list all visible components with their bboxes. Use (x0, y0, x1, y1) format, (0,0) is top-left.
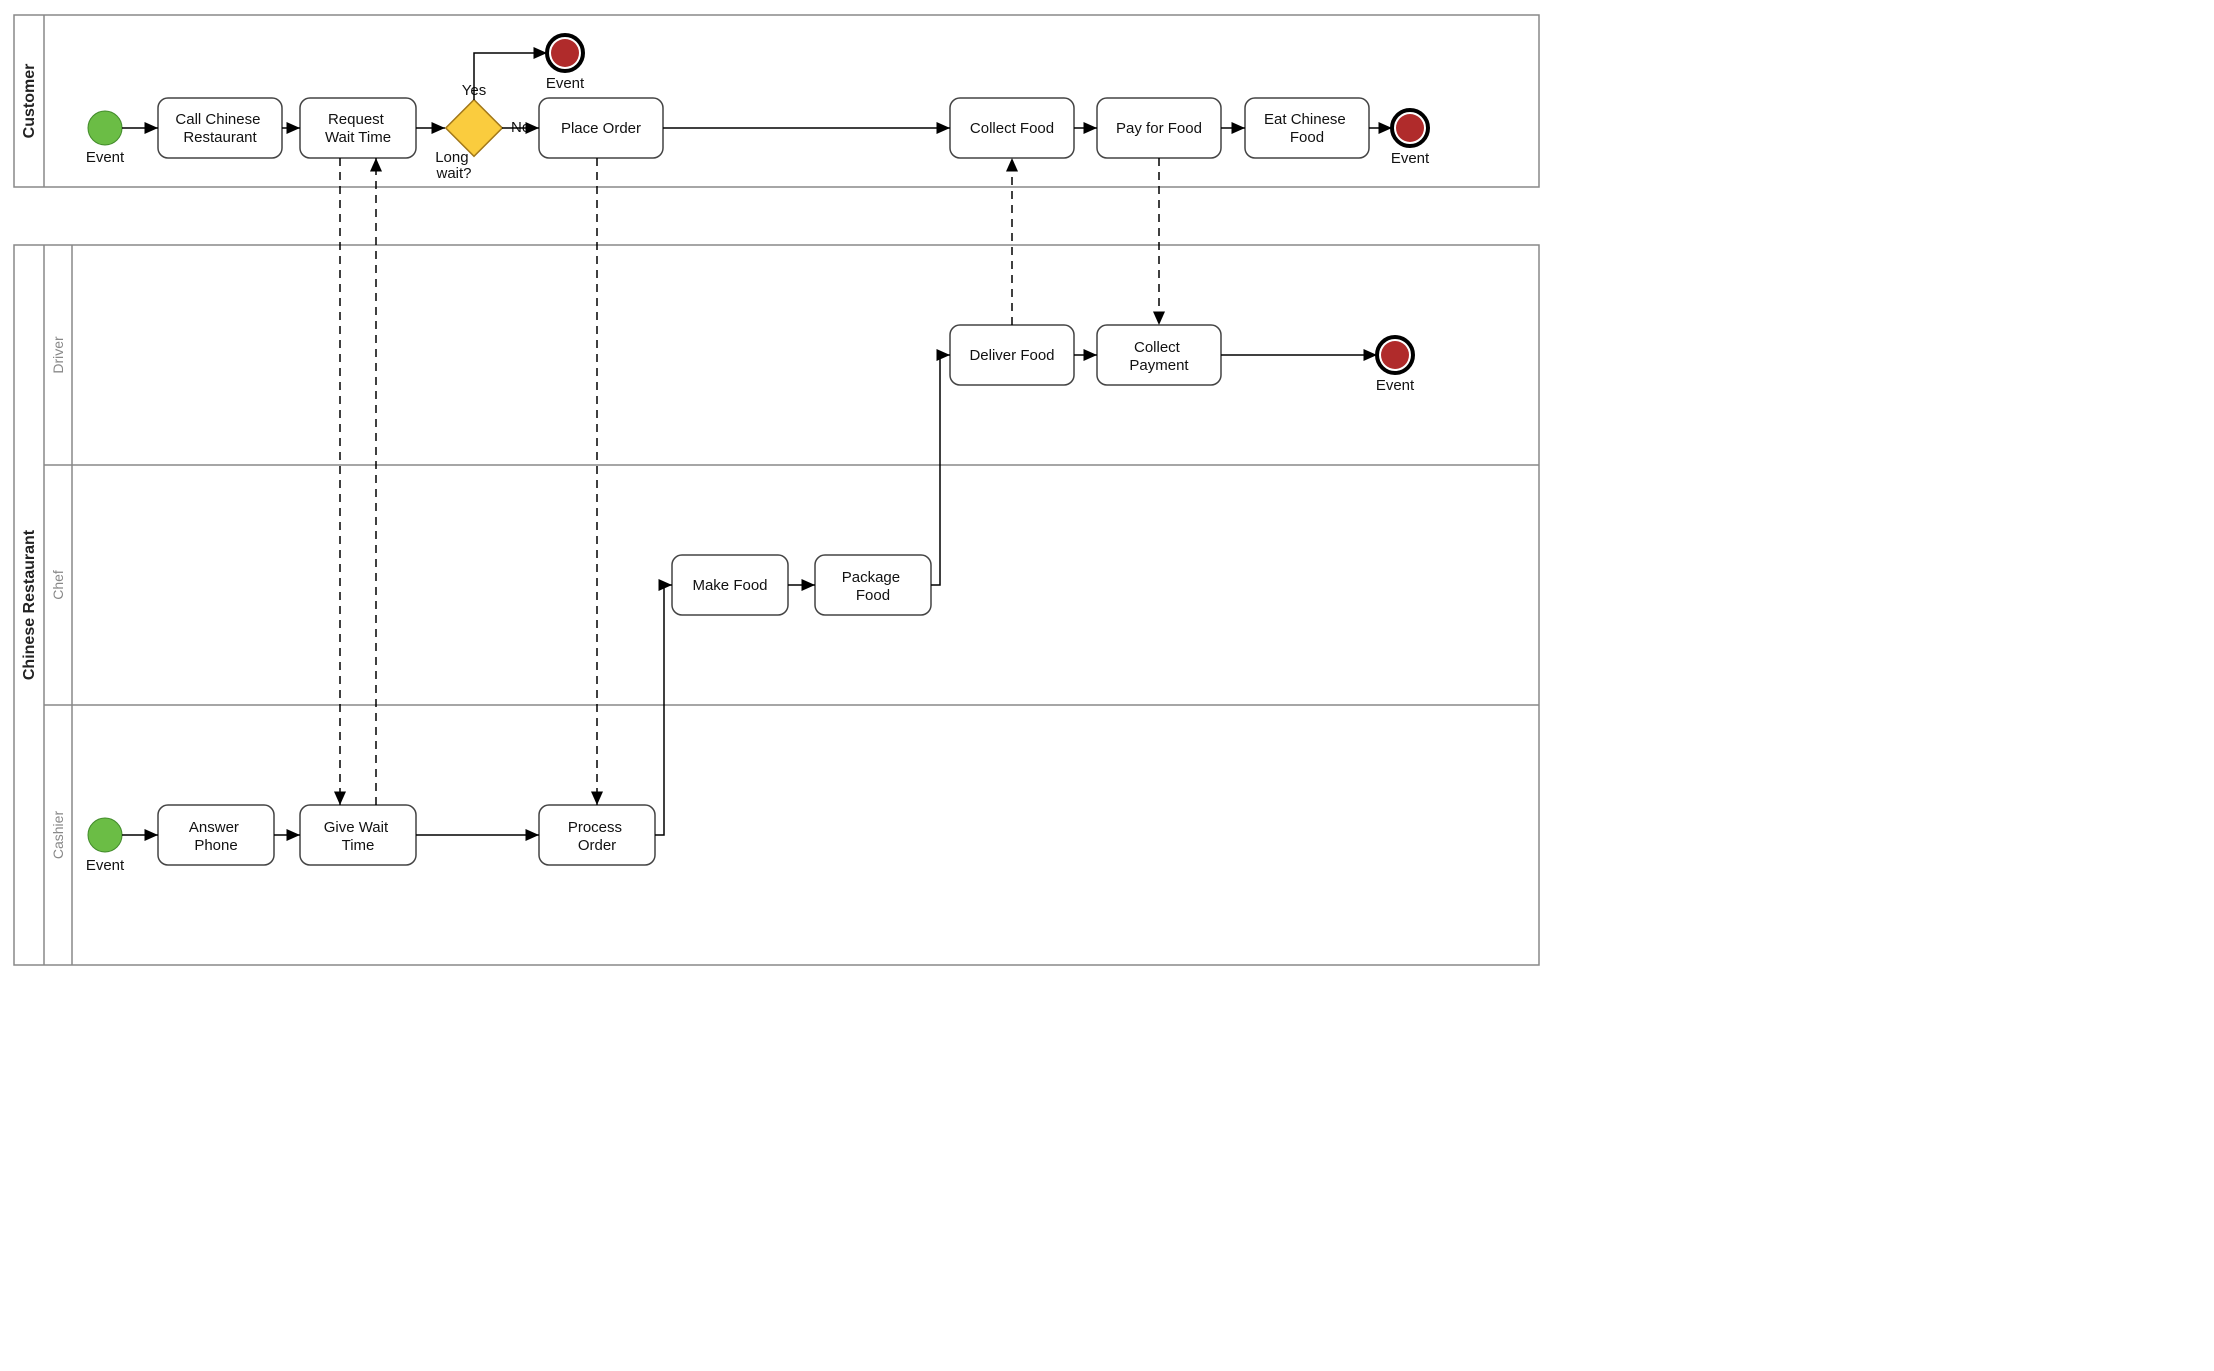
task-pay[interactable]: Pay for Food (1097, 98, 1221, 158)
task-process-text-1: Process (568, 819, 622, 836)
end-event-customer[interactable]: Event (1391, 110, 1430, 167)
message-flows (340, 158, 1159, 805)
task-answer-text-2: Phone (194, 837, 237, 854)
gateway-long-wait[interactable]: Yes No Long wait? (435, 82, 530, 182)
task-makefood-text: Make Food (692, 577, 767, 594)
end-event-longwait-label: Event (546, 75, 585, 92)
pool-customer-title: Customer (21, 64, 38, 139)
svg-text:Long wait?: Long wait? (435, 149, 473, 182)
flow-package-deliver (931, 355, 950, 585)
task-makefood[interactable]: Make Food (672, 555, 788, 615)
task-givewait-text-1: Give Wait (324, 819, 389, 836)
task-eat[interactable]: Eat Chinese Food (1245, 98, 1369, 158)
task-package-text-2: Food (856, 587, 890, 604)
task-call[interactable]: Call Chinese Restaurant (158, 98, 282, 158)
task-pay-text: Pay for Food (1116, 120, 1202, 137)
pool-restaurant-title: Chinese Restaurant (21, 529, 38, 680)
task-package[interactable]: Package Food (815, 555, 931, 615)
lane-driver-title: Driver (50, 336, 66, 374)
bpmn-diagram: Customer Chinese Restaurant Driver Chef … (0, 0, 1554, 981)
task-givewait-text-2: Time (342, 837, 375, 854)
task-collectpay[interactable]: Collect Payment (1097, 325, 1221, 385)
task-request-text-1: Request (328, 111, 385, 128)
task-process-text-2: Order (578, 837, 616, 854)
task-place[interactable]: Place Order (539, 98, 663, 158)
lane-cashier-title: Cashier (50, 811, 66, 860)
task-collectpay-text-2: Payment (1129, 357, 1189, 374)
task-request-text-2: Wait Time (325, 129, 391, 146)
task-deliver-text: Deliver Food (969, 347, 1054, 364)
gateway-label-2: wait? (435, 165, 471, 182)
task-call-text-2: Restaurant (183, 129, 257, 146)
task-eat-text-2: Food (1290, 129, 1324, 146)
svg-text:Answer Phone: Answer Phone (189, 819, 243, 854)
end-event-customer-label: Event (1391, 150, 1430, 167)
gateway-label-1: Long (435, 149, 468, 166)
task-request[interactable]: Request Wait Time (300, 98, 416, 158)
start-event-cashier-label: Event (86, 857, 125, 874)
task-collect[interactable]: Collect Food (950, 98, 1074, 158)
task-call-text-1: Call Chinese (175, 111, 260, 128)
end-event-driver-label: Event (1376, 377, 1415, 394)
task-process[interactable]: Process Order (539, 805, 655, 865)
start-event-customer-label: Event (86, 149, 125, 166)
task-package-text-1: Package (842, 569, 900, 586)
flow-process-make (655, 585, 672, 835)
svg-text:Collect Payment: Collect Payment (1129, 339, 1189, 374)
task-collect-text: Collect Food (970, 120, 1054, 137)
task-place-text: Place Order (561, 120, 641, 137)
end-event-driver[interactable]: Event (1376, 337, 1415, 394)
task-deliver[interactable]: Deliver Food (950, 325, 1074, 385)
task-answer[interactable]: Answer Phone (158, 805, 274, 865)
start-event-cashier[interactable]: Event (86, 818, 125, 874)
task-collectpay-text-1: Collect (1134, 339, 1181, 356)
svg-text:Request Wait Time: Request Wait Time (325, 111, 391, 146)
lane-chef-title: Chef (50, 570, 66, 600)
end-event-longwait[interactable]: Event (546, 35, 585, 92)
task-eat-text-1: Eat Chinese (1264, 111, 1346, 128)
svg-text:Call Chinese Restaurant: Call Chinese Restaurant (175, 111, 264, 146)
start-event-customer[interactable]: Event (86, 111, 125, 166)
sequence-flows (122, 53, 1392, 835)
task-givewait[interactable]: Give Wait Time (300, 805, 416, 865)
task-answer-text-1: Answer (189, 819, 239, 836)
